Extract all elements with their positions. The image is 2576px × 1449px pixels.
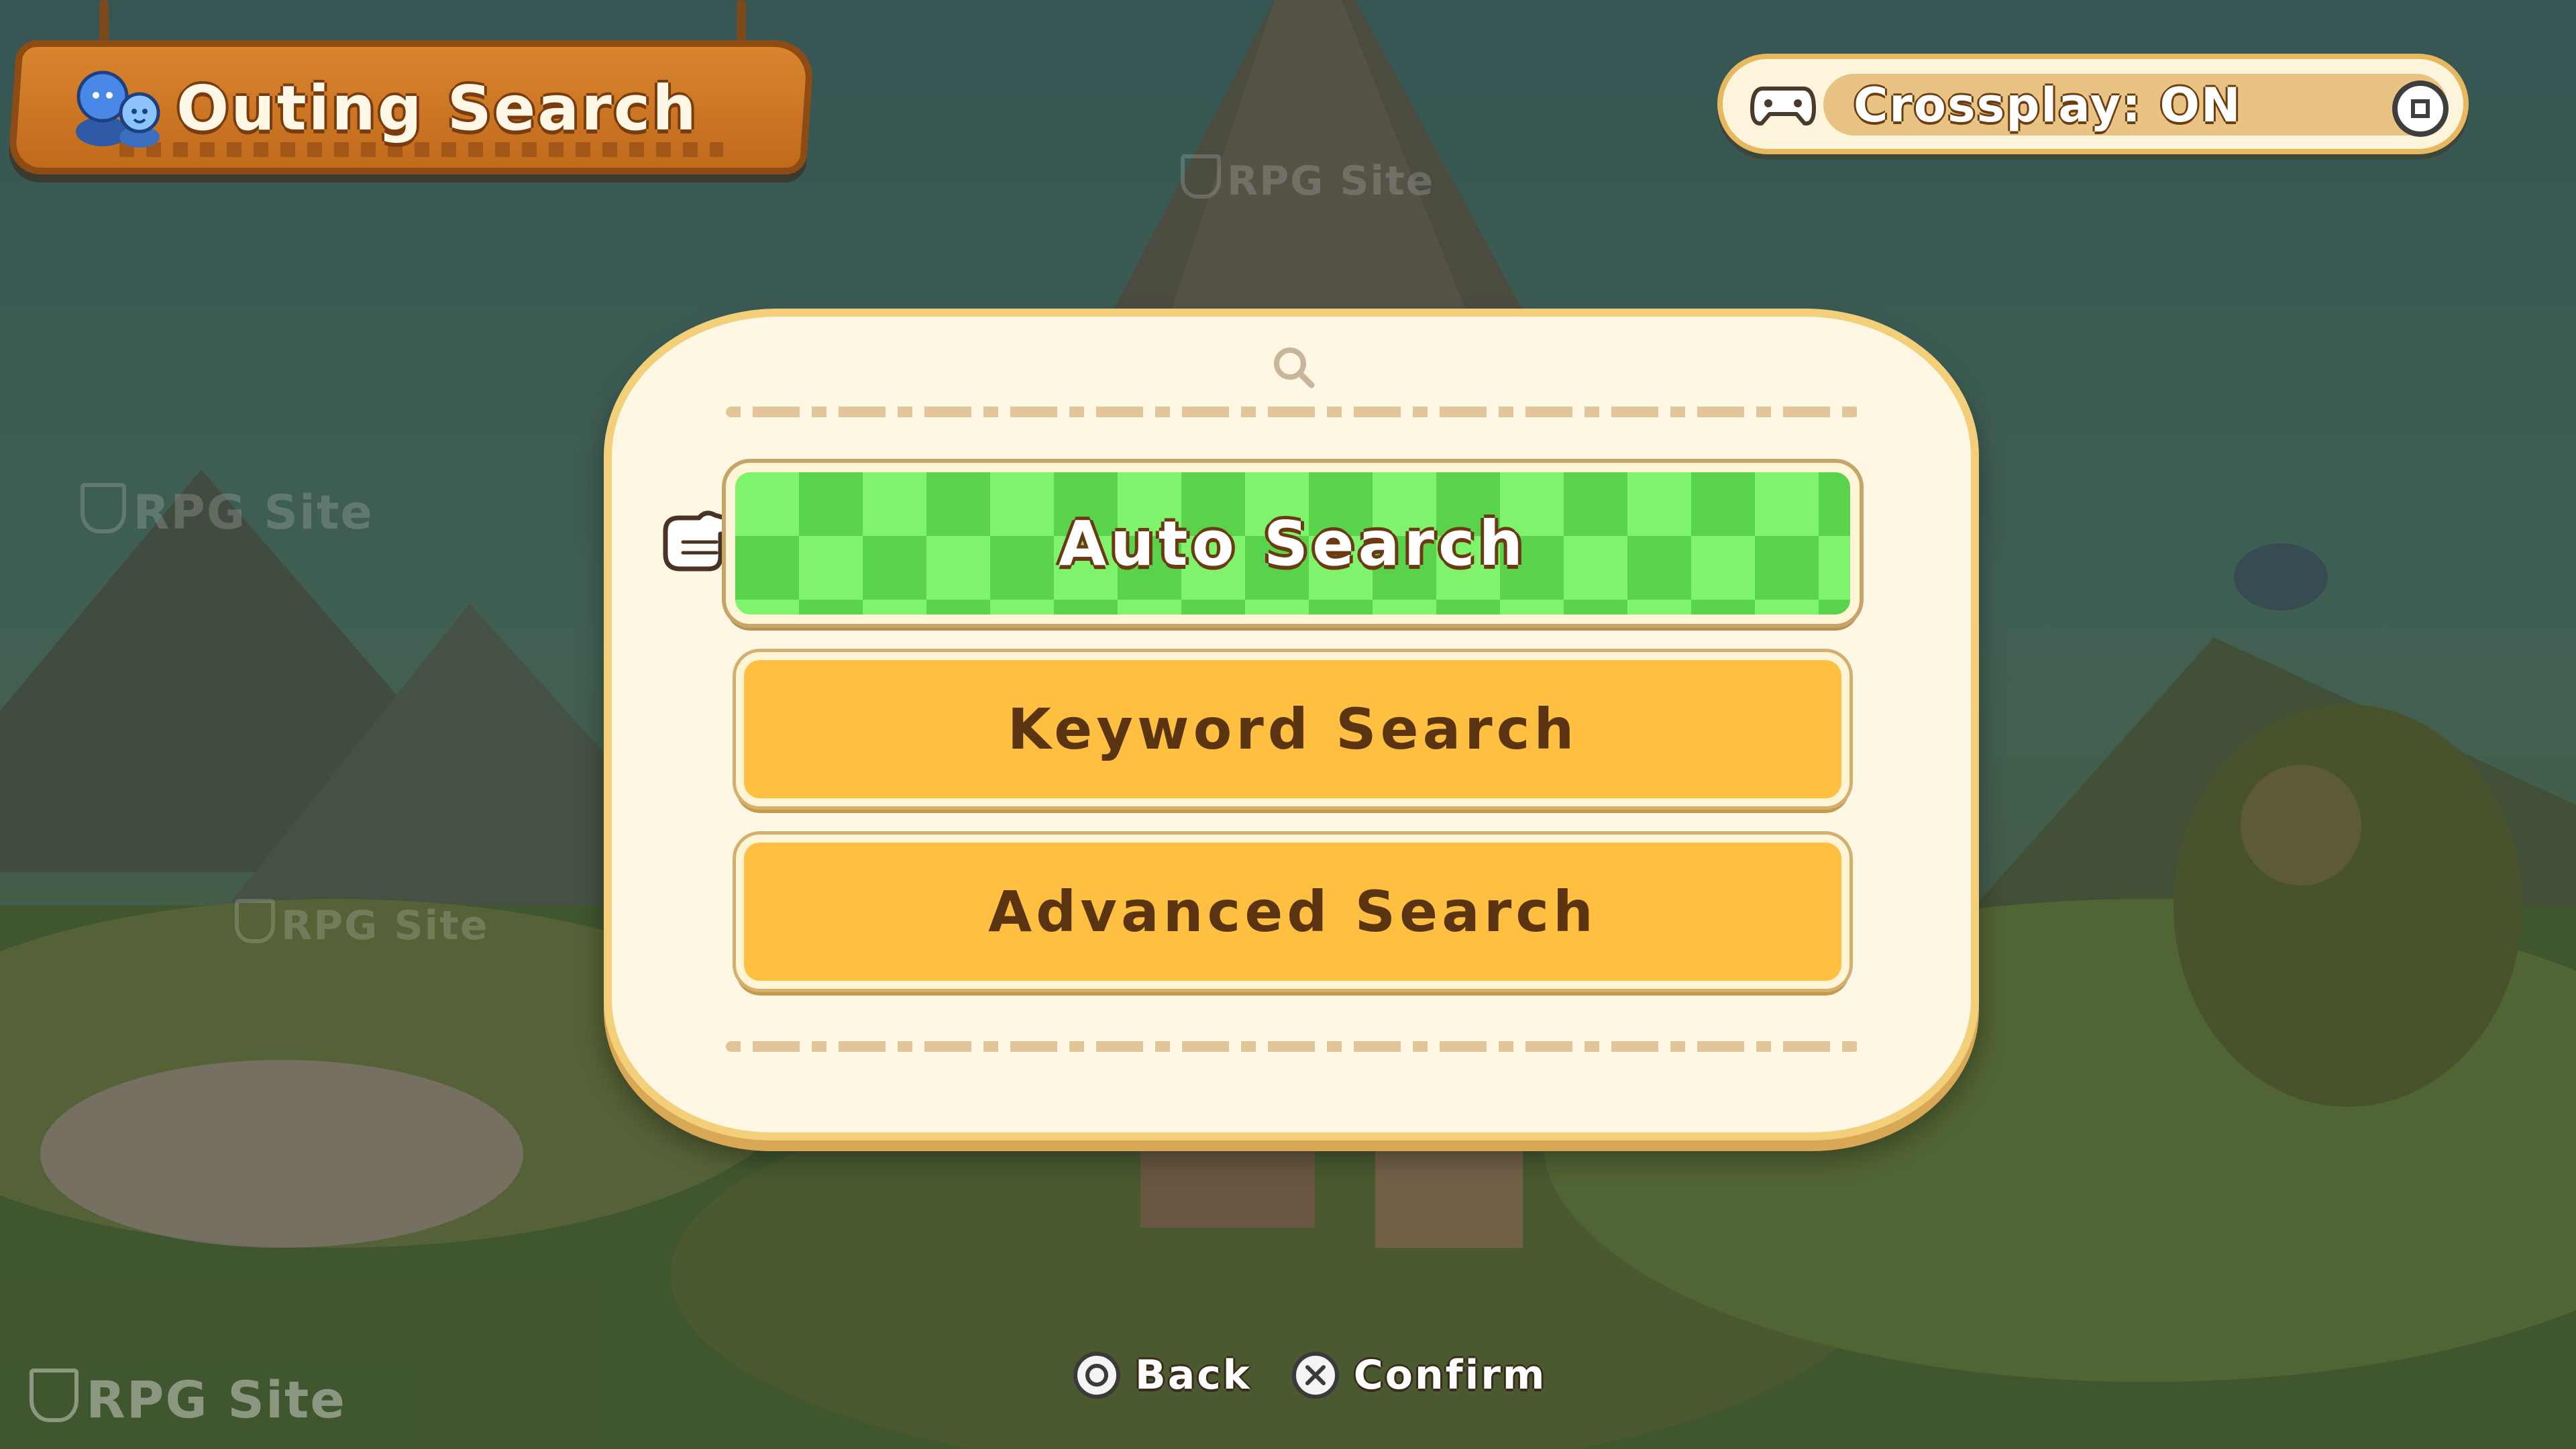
watermark-rpgsite: RPG Site xyxy=(80,483,374,540)
gamepad-icon xyxy=(1750,87,1816,126)
back-hint[interactable]: Back xyxy=(1073,1352,1252,1399)
watermark-rpgsite: RPG Site xyxy=(235,899,488,949)
divider-top xyxy=(726,407,1860,417)
shield-icon xyxy=(80,483,126,533)
search-panel: Auto Search Keyword Search Advanced Sear… xyxy=(604,309,1979,1140)
title-sign: Outing Search xyxy=(7,0,817,174)
confirm-label: Confirm xyxy=(1353,1352,1547,1399)
watermark-rpgsite: RPG Site xyxy=(1181,154,1434,205)
watermark-rpgsite: RPG Site xyxy=(30,1368,346,1430)
cross-button-icon xyxy=(1291,1352,1339,1399)
shield-icon xyxy=(1181,154,1221,199)
divider-bottom xyxy=(726,1041,1860,1052)
board-decoration xyxy=(119,142,723,157)
crossplay-status-label: Crossplay: ON xyxy=(1854,78,2242,133)
page-title: Outing Search xyxy=(176,72,698,144)
confirm-hint[interactable]: Confirm xyxy=(1291,1352,1547,1399)
square-button-icon[interactable] xyxy=(2392,80,2449,137)
keyword-search-label: Keyword Search xyxy=(1007,696,1578,762)
advanced-search-button[interactable]: Advanced Search xyxy=(736,835,1849,989)
auto-search-button[interactable]: Auto Search xyxy=(726,463,1860,624)
shield-icon xyxy=(235,899,275,943)
keyword-search-button[interactable]: Keyword Search xyxy=(736,652,1849,806)
circle-button-icon xyxy=(1073,1352,1120,1399)
button-hints: Back Confirm xyxy=(1073,1342,1566,1409)
back-label: Back xyxy=(1135,1352,1252,1399)
auto-search-label: Auto Search xyxy=(1058,507,1527,580)
shield-icon xyxy=(30,1368,78,1423)
magnifier-icon xyxy=(1274,347,1315,388)
crossplay-toggle[interactable]: Crossplay: ON xyxy=(1717,54,2469,154)
advanced-search-label: Advanced Search xyxy=(988,879,1597,945)
two-people-icon xyxy=(76,70,160,148)
